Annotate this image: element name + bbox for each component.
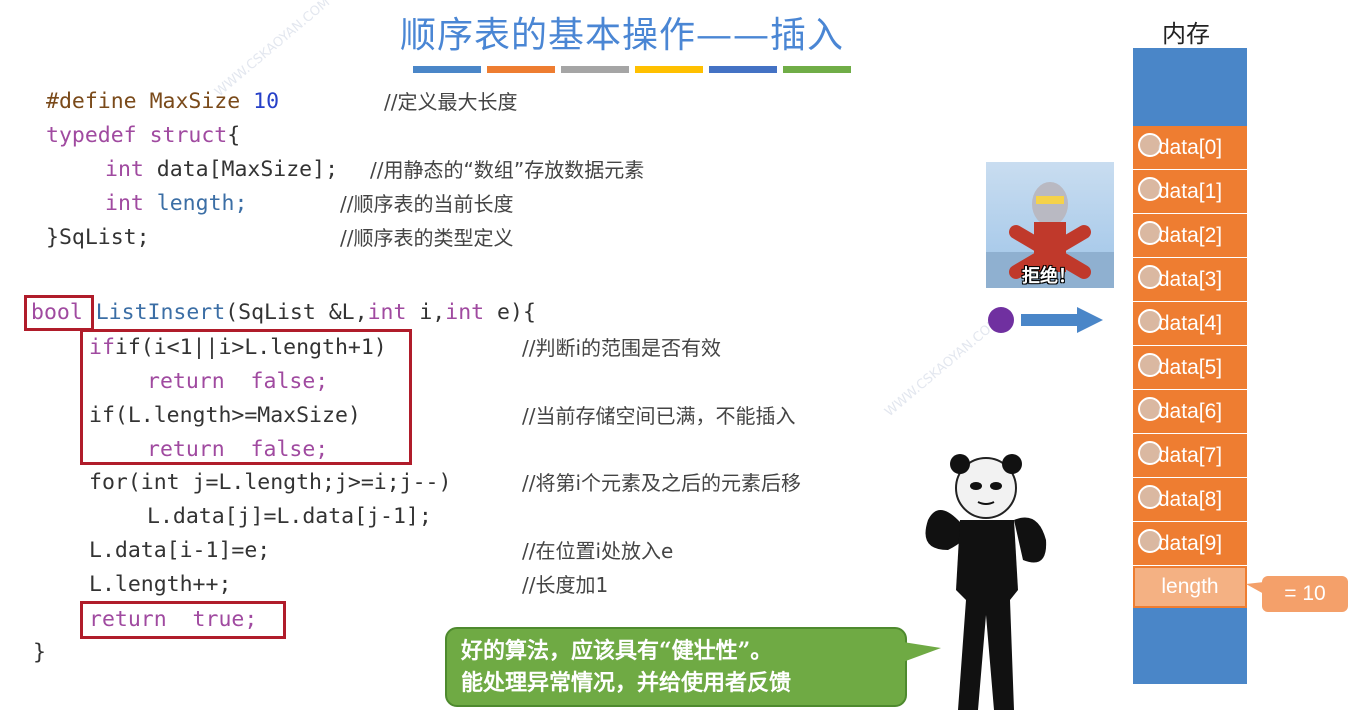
code-function-signature: bool ListInsert(SqList &L,int i,int e){	[31, 296, 536, 330]
field-data-decl: data[MaxSize];	[156, 157, 339, 182]
element-circle-icon	[1138, 441, 1162, 465]
code-define-line: #define MaxSize 10	[46, 85, 279, 119]
code-field-length: int length;	[105, 187, 247, 221]
code-comment: //判断i的范围是否有效	[522, 336, 722, 360]
insert-arrow-icon	[988, 307, 1103, 333]
code-comment: //当前存储空间已满，不能插入	[522, 404, 796, 428]
color-bar-yellow	[635, 66, 703, 73]
color-bar-darkblue	[709, 66, 777, 73]
code-comment: //用静态的“数组”存放数据元素	[370, 158, 645, 182]
element-circle-icon	[1138, 133, 1162, 157]
element-circle-icon	[1138, 309, 1162, 333]
element-circle-icon	[1138, 177, 1162, 201]
sticker-caption: 拒绝！	[1022, 266, 1076, 287]
color-bar-gray	[561, 66, 629, 73]
code-return-false: return false;	[147, 369, 329, 394]
struct-keyword: struct	[149, 123, 228, 148]
param-list: e){	[484, 300, 536, 325]
field-length-decl: length;	[156, 191, 248, 216]
slide-title: 顺序表的基本操作——插入	[400, 15, 845, 56]
color-bar-green	[783, 66, 851, 73]
if-range-expr: if(i<1||i>L.length+1)	[114, 335, 387, 360]
memory-title: 内存	[1162, 20, 1210, 48]
code-comment: //将第i个元素及之后的元素后移	[522, 471, 802, 495]
param-list: i,	[406, 300, 446, 325]
int-keyword: int	[105, 191, 144, 216]
length-value-callout: = 10	[1262, 576, 1348, 612]
element-circle-icon	[1138, 221, 1162, 245]
color-bar-orange	[487, 66, 555, 73]
code-if-full: if(L.length>=MaxSize)	[89, 403, 361, 428]
code-typedef-line: typedef struct{	[46, 119, 240, 153]
memory-block-top	[1133, 48, 1247, 126]
code-shift-line: L.data[j]=L.data[j-1];	[147, 504, 432, 529]
code-if-range: ifif(i<1||i>L.length+1)	[89, 335, 387, 360]
code-comment: //顺序表的当前长度	[340, 192, 514, 216]
bubble-line-1: 好的算法，应该具有“健壮性”。	[461, 638, 773, 664]
open-brace: {	[227, 123, 241, 148]
function-name: ListInsert	[95, 300, 226, 325]
code-for-loop: for(int j=L.length;j>=i;j--)	[89, 470, 452, 495]
element-circle-icon	[1138, 397, 1162, 421]
element-circle-icon	[1138, 485, 1162, 509]
int-keyword: int	[445, 300, 485, 325]
element-circle-icon	[1138, 529, 1162, 553]
code-comment: //在位置i处放入e	[522, 539, 674, 563]
speech-bubble: 好的算法，应该具有“健壮性”。 能处理异常情况，并给使用者反馈	[445, 627, 907, 707]
code-comment: //顺序表的类型定义	[340, 226, 514, 250]
code-comment: //定义最大长度	[384, 90, 518, 114]
define-keyword: #define	[46, 89, 137, 114]
code-close-brace: }	[33, 640, 46, 665]
code-return-true: return true;	[89, 607, 258, 632]
code-increment-line: L.length++;	[89, 572, 232, 597]
define-name: MaxSize	[149, 89, 241, 114]
code-field-data: int data[MaxSize];	[105, 153, 338, 187]
bool-keyword: bool	[31, 300, 83, 325]
int-keyword: int	[105, 157, 144, 182]
length-cell: length	[1133, 566, 1247, 608]
code-assign-line: L.data[i-1]=e;	[89, 538, 271, 563]
muscle-panda-figure-icon	[925, 454, 1047, 710]
code-return-false: return false;	[147, 437, 329, 462]
code-comment: //长度加1	[522, 573, 609, 597]
color-bar-blue	[413, 66, 481, 73]
int-keyword: int	[367, 300, 407, 325]
element-circle-icon	[1138, 353, 1162, 377]
memory-block-bottom	[1133, 608, 1247, 684]
bubble-tail-icon	[903, 642, 941, 662]
bubble-line-2: 能处理异常情况，并给使用者反馈	[461, 670, 792, 696]
typedef-keyword: typedef	[46, 123, 137, 148]
code-struct-end: }SqList;	[46, 225, 150, 250]
element-circle-icon	[1138, 265, 1162, 289]
param-list: (SqList &L,	[225, 300, 368, 325]
define-value: 10	[253, 89, 280, 114]
